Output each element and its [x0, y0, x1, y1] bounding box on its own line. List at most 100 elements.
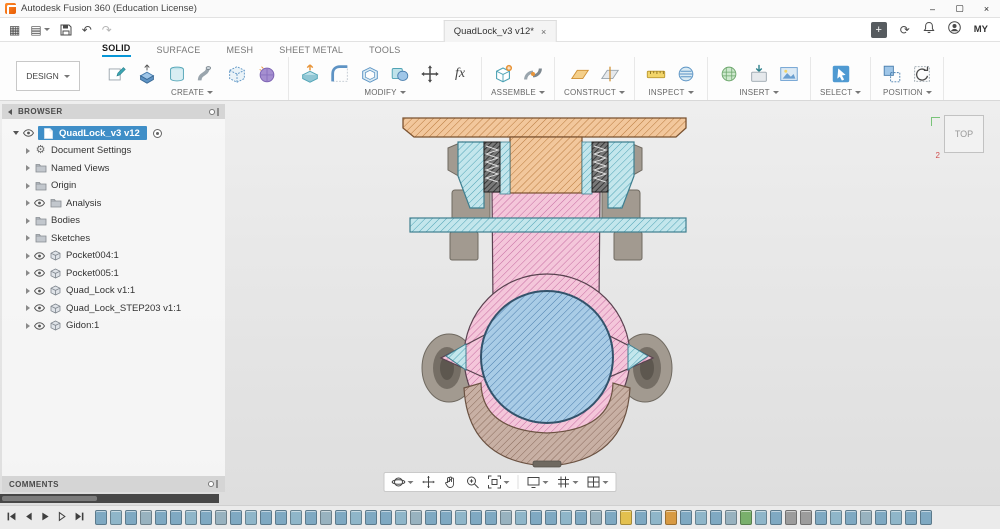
- timeline-feature-icon[interactable]: [710, 510, 722, 525]
- timeline-feature-icon[interactable]: [335, 510, 347, 525]
- visibility-eye-icon[interactable]: [34, 304, 45, 312]
- close-icon[interactable]: ×: [973, 0, 1000, 17]
- expand-caret-icon[interactable]: [26, 217, 30, 224]
- browser-item-quad-lock-step203-v1-1[interactable]: Quad_Lock_STEP203 v1:1: [2, 300, 225, 318]
- new-component-icon[interactable]: [491, 62, 515, 86]
- timeline-feature-icon[interactable]: [110, 510, 122, 525]
- visibility-eye-icon[interactable]: [34, 322, 45, 330]
- tab-mesh[interactable]: MESH: [226, 45, 253, 57]
- construct-plane-icon[interactable]: [568, 62, 592, 86]
- expand-caret-icon[interactable]: [26, 322, 30, 329]
- tab-tools[interactable]: TOOLS: [369, 45, 400, 57]
- timeline-feature-icon[interactable]: [845, 510, 857, 525]
- collapse-browser-icon[interactable]: [8, 108, 12, 115]
- timeline-skip-end-icon[interactable]: [74, 509, 85, 527]
- timeline-feature-icon[interactable]: [470, 510, 482, 525]
- timeline-feature-icon[interactable]: [695, 510, 707, 525]
- timeline-feature-icon[interactable]: [440, 510, 452, 525]
- browser-item-pocket005-1[interactable]: Pocket005:1: [2, 265, 225, 283]
- expand-caret-icon[interactable]: [26, 147, 30, 154]
- timeline-step-forward-icon[interactable]: [57, 509, 68, 527]
- timeline-feature-icon[interactable]: [515, 510, 527, 525]
- timeline-feature-icon[interactable]: [230, 510, 242, 525]
- orbit-icon[interactable]: [391, 475, 414, 489]
- change-parameters-fx-icon[interactable]: fx: [448, 62, 472, 86]
- timeline-play-icon[interactable]: [40, 509, 51, 527]
- scrollbar-thumb[interactable]: [2, 496, 97, 501]
- browser-item-origin[interactable]: Origin: [2, 177, 225, 195]
- timeline-feature-icon[interactable]: [140, 510, 152, 525]
- timeline-skip-start-icon[interactable]: [6, 509, 17, 527]
- extrude-icon[interactable]: [135, 62, 159, 86]
- timeline-feature-icon[interactable]: [305, 510, 317, 525]
- group-label-create[interactable]: CREATE: [171, 88, 214, 97]
- timeline-feature-icon[interactable]: [890, 510, 902, 525]
- revolve-icon[interactable]: [165, 62, 189, 86]
- browser-item-gidon-1[interactable]: Gidon:1: [2, 317, 225, 335]
- timeline-feature-icon[interactable]: [590, 510, 602, 525]
- timeline-feature-icon[interactable]: [170, 510, 182, 525]
- timeline-feature-icon[interactable]: [215, 510, 227, 525]
- browser-item-pocket004-1[interactable]: Pocket004:1: [2, 247, 225, 265]
- revert-position-icon[interactable]: [910, 62, 934, 86]
- insert-mesh-icon[interactable]: [717, 62, 741, 86]
- visibility-eye-icon[interactable]: [34, 287, 45, 295]
- panel-grip-icon[interactable]: [209, 107, 219, 116]
- construct-axis-icon[interactable]: [598, 62, 622, 86]
- timeline-feature-icon[interactable]: [560, 510, 572, 525]
- fillet-icon[interactable]: [328, 62, 352, 86]
- grid-settings-icon[interactable]: [557, 475, 579, 489]
- timeline-feature-icon[interactable]: [380, 510, 392, 525]
- timeline-feature-icon[interactable]: [410, 510, 422, 525]
- timeline-feature-icon[interactable]: [650, 510, 662, 525]
- expand-caret-icon[interactable]: [26, 182, 30, 189]
- timeline-feature-icon[interactable]: [860, 510, 872, 525]
- capture-position-icon[interactable]: [880, 62, 904, 86]
- browser-header[interactable]: BROWSER: [2, 104, 225, 119]
- fit-view-icon[interactable]: [488, 475, 510, 489]
- timeline-feature-icon[interactable]: [830, 510, 842, 525]
- user-avatar-icon[interactable]: [947, 20, 961, 39]
- browser-item-quad-lock-v1-1[interactable]: Quad_Lock v1:1: [2, 282, 225, 300]
- timeline-feature-icon[interactable]: [740, 510, 752, 525]
- viewcube-top-face[interactable]: TOP: [955, 129, 973, 139]
- timeline-feature-icon[interactable]: [320, 510, 332, 525]
- expand-caret-icon[interactable]: [26, 287, 30, 294]
- timeline-feature-icon[interactable]: [755, 510, 767, 525]
- timeline-feature-icon[interactable]: [920, 510, 932, 525]
- redo-icon[interactable]: ↷: [102, 24, 112, 36]
- visibility-eye-icon[interactable]: [34, 252, 45, 260]
- group-label-assemble[interactable]: ASSEMBLE: [491, 88, 545, 97]
- zoom-icon[interactable]: [466, 475, 480, 489]
- timeline-feature-icon[interactable]: [530, 510, 542, 525]
- timeline-feature-icon[interactable]: [545, 510, 557, 525]
- timeline-feature-icon[interactable]: [125, 510, 137, 525]
- select-tool-icon[interactable]: [829, 62, 853, 86]
- group-label-select[interactable]: SELECT: [820, 88, 862, 97]
- browser-horizontal-scrollbar[interactable]: [0, 494, 219, 503]
- file-menu-icon[interactable]: ▤: [30, 24, 50, 36]
- timeline-feature-icon[interactable]: [680, 510, 692, 525]
- timeline-feature-icon[interactable]: [425, 510, 437, 525]
- timeline-feature-icon[interactable]: [395, 510, 407, 525]
- combine-icon[interactable]: [388, 62, 412, 86]
- timeline-feature-icon[interactable]: [350, 510, 362, 525]
- timeline-feature-icon[interactable]: [95, 510, 107, 525]
- form-sphere-icon[interactable]: [255, 62, 279, 86]
- shell-icon[interactable]: [358, 62, 382, 86]
- group-label-modify[interactable]: MODIFY: [364, 88, 406, 97]
- timeline-feature-icon[interactable]: [785, 510, 797, 525]
- job-status-sync-icon[interactable]: ⟳: [900, 23, 910, 37]
- timeline-feature-icon[interactable]: [815, 510, 827, 525]
- timeline-feature-icon[interactable]: [800, 510, 812, 525]
- timeline-feature-icon[interactable]: [260, 510, 272, 525]
- insert-derive-icon[interactable]: [747, 62, 771, 86]
- timeline-feature-icon[interactable]: [245, 510, 257, 525]
- timeline-feature-icon[interactable]: [770, 510, 782, 525]
- profile-initials[interactable]: MY: [974, 24, 988, 35]
- expand-caret-icon[interactable]: [26, 200, 30, 207]
- expand-caret-icon[interactable]: [26, 305, 30, 312]
- timeline-feature-icon[interactable]: [485, 510, 497, 525]
- display-settings-icon[interactable]: [527, 475, 549, 489]
- tab-surface[interactable]: SURFACE: [157, 45, 201, 57]
